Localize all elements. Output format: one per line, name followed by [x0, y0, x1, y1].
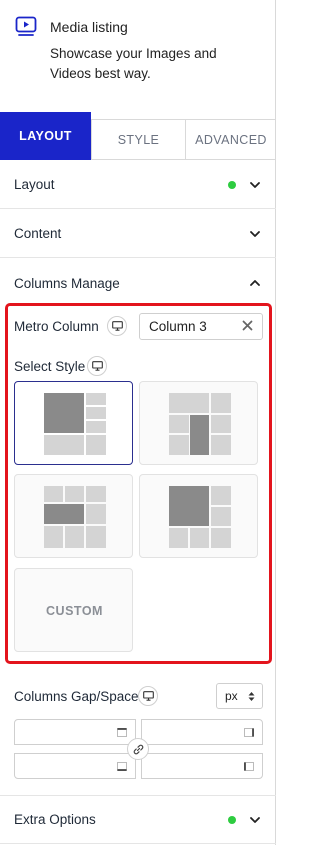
style-option-custom[interactable]: CUSTOM: [14, 568, 133, 652]
section-columns-manage[interactable]: Columns Manage: [0, 259, 276, 307]
link-values-button[interactable]: [127, 738, 149, 760]
gap-unit-select[interactable]: px: [216, 683, 263, 709]
section-layout-label: Layout: [14, 177, 55, 192]
gap-left-input[interactable]: [141, 753, 263, 779]
metro-layout-style-2-icon: [169, 393, 231, 455]
updown-caret-icon: [248, 692, 255, 701]
desktop-monitor-icon: [142, 691, 154, 701]
active-indicator-dot: [228, 815, 236, 824]
link-icon: [133, 744, 143, 754]
custom-style-label: CUSTOM: [46, 604, 103, 618]
gap-unit-value: px: [225, 689, 238, 703]
widget-title: Media listing: [50, 19, 128, 35]
active-indicator-dot: [228, 180, 236, 189]
section-columns-manage-label: Columns Manage: [14, 275, 120, 291]
clear-icon[interactable]: [242, 320, 253, 331]
chevron-up-icon: [250, 280, 260, 286]
widget-header: Media listing Showcase your Images and V…: [0, 0, 276, 112]
select-style-label: Select Style: [14, 359, 86, 374]
gap-top-input[interactable]: [14, 719, 136, 745]
metro-column-label: Metro Column: [14, 319, 99, 334]
metro-layout-style-1-icon: [44, 393, 106, 455]
bottom-side-icon: [117, 762, 127, 771]
style-option-3[interactable]: [14, 474, 133, 558]
right-side-icon: [244, 728, 254, 737]
metro-column-select[interactable]: Column 3: [139, 313, 263, 340]
section-layout[interactable]: Layout: [0, 161, 276, 209]
style-option-4[interactable]: [139, 474, 258, 558]
section-content[interactable]: Content: [0, 210, 276, 258]
metro-layout-style-3-icon: [44, 486, 106, 548]
panel-tabs: LAYOUT STYLE ADVANCED: [0, 112, 276, 160]
chevron-down-icon: [250, 181, 260, 188]
media-player-icon: [15, 15, 37, 37]
desktop-monitor-icon: [91, 361, 103, 371]
metro-column-value: Column 3: [149, 319, 207, 334]
responsive-device-button[interactable]: [87, 356, 107, 376]
columns-gap-label: Columns Gap/Space: [14, 689, 139, 704]
section-extra-options[interactable]: Extra Options: [0, 796, 276, 844]
left-side-icon: [244, 762, 254, 771]
style-option-2[interactable]: [139, 381, 258, 465]
widget-description: Showcase your Images and Videos best way…: [50, 46, 217, 81]
responsive-device-button[interactable]: [138, 686, 158, 706]
gap-right-input[interactable]: [141, 719, 263, 745]
desktop-monitor-icon: [111, 321, 123, 331]
style-option-1[interactable]: [14, 381, 133, 465]
chevron-down-icon: [250, 816, 260, 823]
metro-layout-style-4-icon: [169, 486, 231, 548]
tab-advanced[interactable]: ADVANCED: [185, 119, 276, 160]
tab-style[interactable]: STYLE: [91, 119, 185, 160]
gap-bottom-input[interactable]: [14, 753, 136, 779]
section-extra-options-label: Extra Options: [14, 812, 96, 827]
top-side-icon: [117, 728, 127, 737]
chevron-down-icon: [250, 230, 260, 237]
responsive-device-button[interactable]: [107, 316, 127, 336]
section-content-label: Content: [14, 226, 62, 241]
tab-layout[interactable]: LAYOUT: [0, 112, 91, 160]
